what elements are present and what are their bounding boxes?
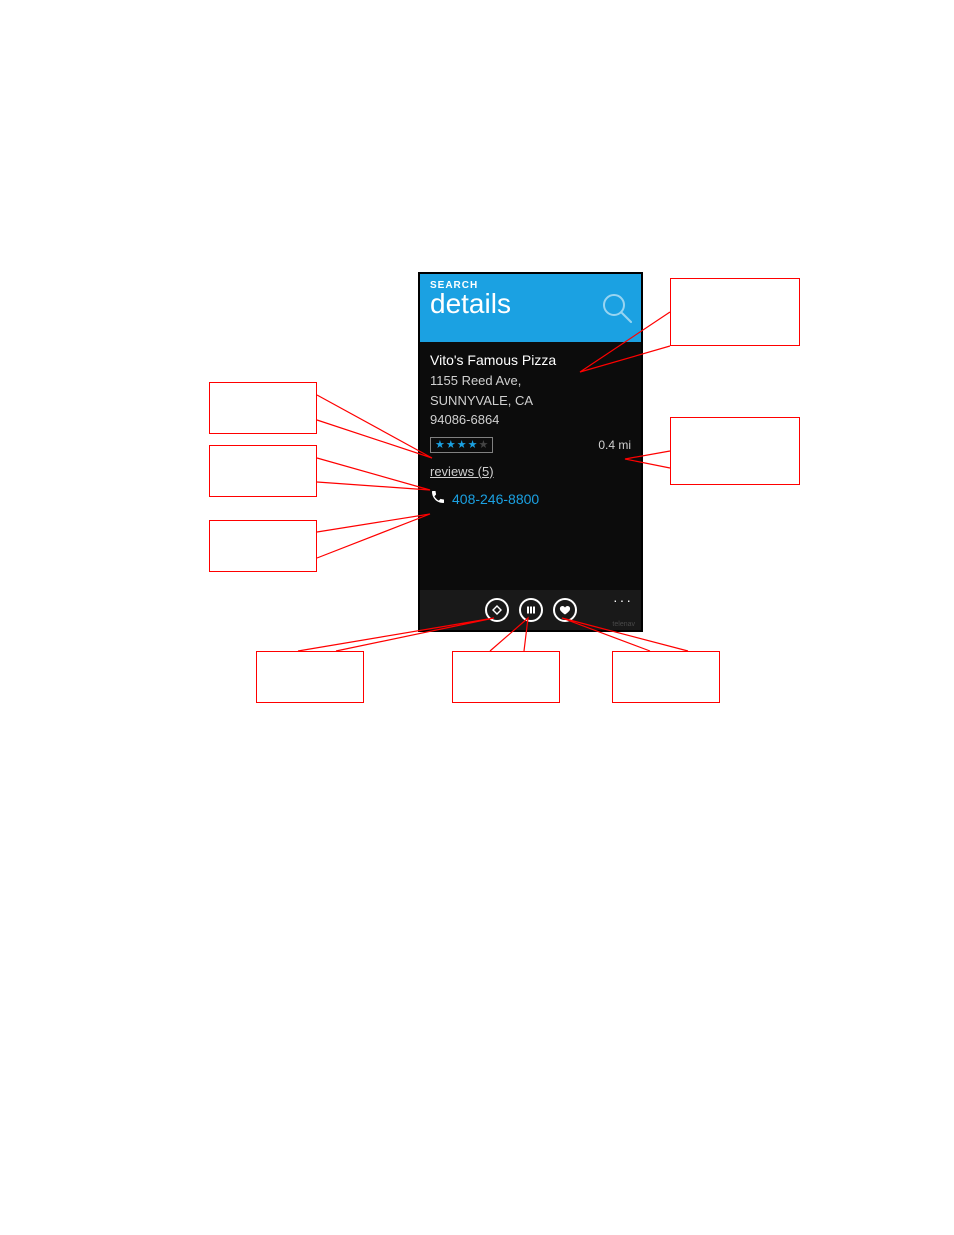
- callout-box: [452, 651, 560, 703]
- favorite-button[interactable]: [553, 598, 577, 622]
- distance-label: 0.4 mi: [598, 436, 631, 454]
- search-icon[interactable]: [599, 290, 635, 331]
- reviews-link[interactable]: reviews (5): [430, 462, 494, 482]
- phone-row[interactable]: 408-246-8800: [430, 489, 631, 511]
- more-button[interactable]: ···: [613, 592, 633, 608]
- star-icon: ★: [479, 440, 489, 451]
- postal-code: 94086-6864: [430, 410, 631, 430]
- map-button[interactable]: [519, 598, 543, 622]
- app-bar: ··· telenav: [420, 590, 641, 630]
- details-content: Vito's Famous Pizza 1155 Reed Ave, SUNNY…: [420, 342, 641, 517]
- star-icon: ★: [446, 440, 456, 451]
- header: SEARCH details: [420, 274, 641, 342]
- callout-box: [209, 382, 317, 434]
- callout-box: [209, 520, 317, 572]
- address-line-1: 1155 Reed Ave,: [430, 371, 631, 391]
- address-line-2: SUNNYVALE, CA: [430, 391, 631, 411]
- star-icon: ★: [468, 440, 478, 451]
- brand-label: telenav: [612, 621, 635, 628]
- callout-box: [670, 278, 800, 346]
- callout-box: [209, 445, 317, 497]
- star-icon: ★: [435, 440, 445, 451]
- navigate-button[interactable]: [485, 598, 509, 622]
- place-name: Vito's Famous Pizza: [430, 350, 631, 371]
- callout-box: [670, 417, 800, 485]
- phone-icon: [430, 489, 446, 511]
- star-icon: ★: [457, 440, 467, 451]
- callout-box: [256, 651, 364, 703]
- callout-box: [612, 651, 720, 703]
- phone-frame: SEARCH details Vito's Famous Pizza 1155 …: [418, 272, 643, 632]
- phone-number: 408-246-8800: [452, 489, 539, 510]
- rating-box[interactable]: ★ ★ ★ ★ ★: [430, 437, 493, 453]
